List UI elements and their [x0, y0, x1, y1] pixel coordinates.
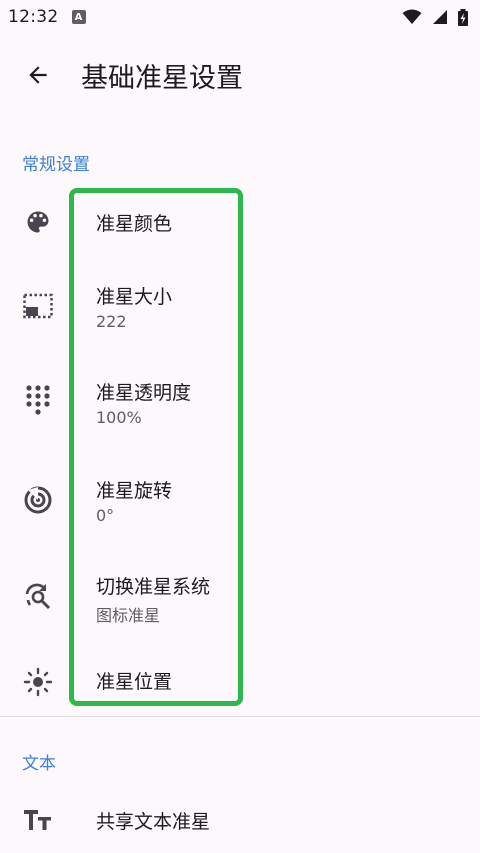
- section-header-general: 常规设置: [22, 155, 90, 175]
- battery-charging-icon: [458, 8, 468, 26]
- signal-icon: [433, 10, 447, 24]
- pref-shared-text-crosshair[interactable]: 共享文本准星: [0, 796, 480, 848]
- radar-icon: [20, 482, 56, 518]
- page-title: 基础准星设置: [81, 63, 243, 94]
- back-button[interactable]: [14, 51, 62, 99]
- highlight-box: [69, 188, 243, 706]
- status-time: 12:32: [8, 7, 59, 27]
- pref-title: 共享文本准星: [96, 811, 211, 833]
- wifi-icon: [402, 9, 422, 24]
- arrow-back-icon: [29, 66, 47, 84]
- status-bar: 12:32 A: [0, 0, 480, 34]
- sync-search-icon: [20, 578, 56, 614]
- picture-in-picture-icon: [20, 288, 56, 324]
- text-size-icon: [20, 802, 56, 838]
- section-header-text: 文本: [22, 754, 56, 774]
- palette-icon: [20, 204, 56, 240]
- top-app-bar: 基础准星设置: [0, 42, 480, 108]
- status-icons: [402, 8, 468, 26]
- section-divider: [0, 716, 480, 717]
- dialpad-icon: [20, 382, 56, 418]
- position-sun-icon: [20, 664, 56, 700]
- notification-app-icon: A: [71, 10, 86, 24]
